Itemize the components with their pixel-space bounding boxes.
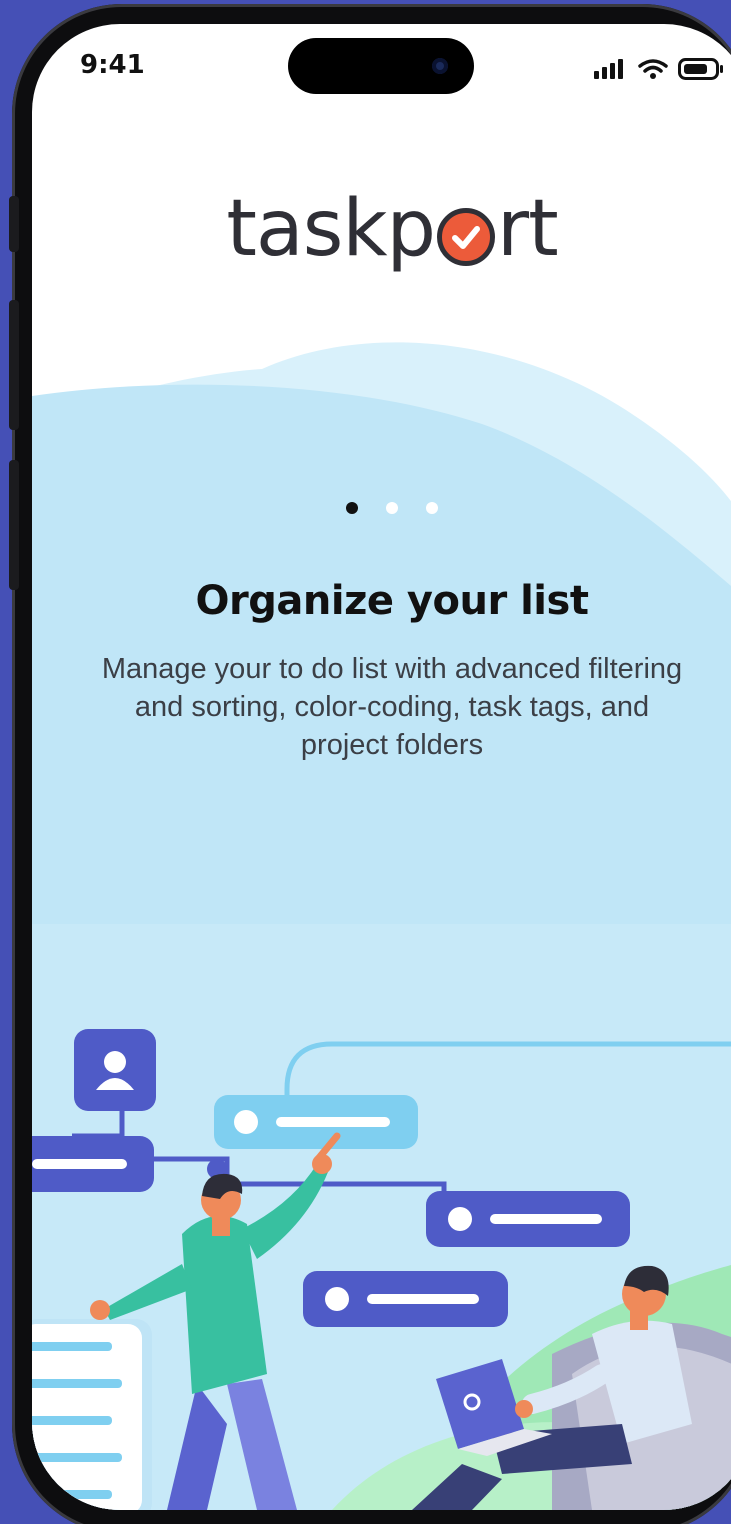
page-indicator[interactable] <box>32 502 731 514</box>
dynamic-island <box>288 38 474 94</box>
battery-icon <box>678 58 723 80</box>
page-dot-1[interactable] <box>346 502 358 514</box>
page-dot-2[interactable] <box>386 502 398 514</box>
page-dot-3[interactable] <box>426 502 438 514</box>
status-icons <box>594 58 724 80</box>
checkmark-icon <box>437 208 496 266</box>
volume-down-button <box>9 460 19 590</box>
volume-up-button <box>9 300 19 430</box>
camera-icon <box>432 58 448 74</box>
signal-icon <box>594 59 623 79</box>
onboarding-description: Manage your to do list with advanced fil… <box>101 653 683 761</box>
taskport-logo: taskp rt <box>32 174 731 284</box>
app-screen: 9:41 taskp rt Organize your list Manage … <box>32 24 731 1510</box>
onboarding-title: Organize your list <box>195 578 589 624</box>
logo-text-part2: rt <box>497 184 559 274</box>
action-button <box>9 196 19 252</box>
paper-stack <box>32 1319 152 1510</box>
status-time: 9:41 <box>80 50 145 80</box>
wifi-icon <box>638 59 668 79</box>
logo-text-part1: taskp <box>226 184 436 274</box>
